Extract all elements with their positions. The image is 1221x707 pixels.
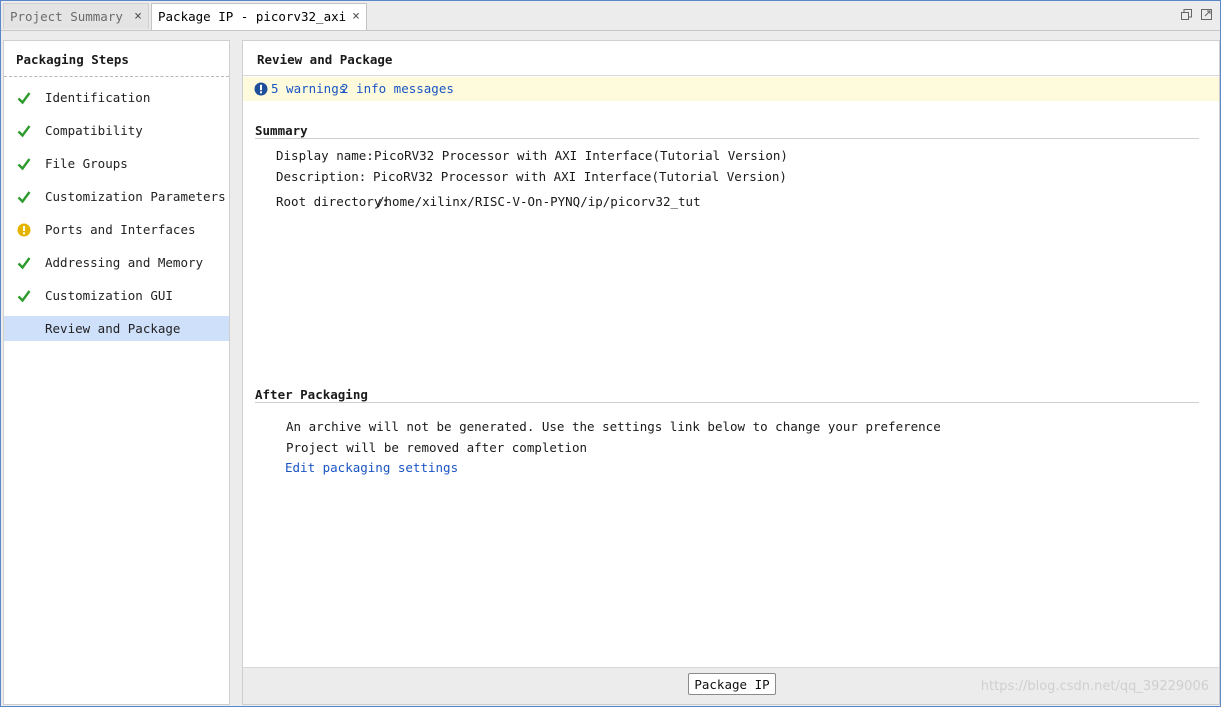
close-icon[interactable]: × <box>134 4 142 30</box>
step-file-groups[interactable]: File Groups <box>4 147 229 180</box>
divider <box>4 76 229 77</box>
step-label: Identification <box>45 90 151 105</box>
step-identification[interactable]: Identification <box>4 81 229 114</box>
messages-bar: 5 warnings 2 info messages <box>243 77 1219 101</box>
divider <box>255 402 1199 403</box>
steps-list: Identification Compatibility File Groups… <box>4 81 229 341</box>
step-review-and-package[interactable]: Review and Package <box>4 316 229 341</box>
display-name-value: PicoRV32 Processor with AXI Interface(Tu… <box>374 148 788 163</box>
maximize-icon[interactable] <box>1201 9 1212 20</box>
check-icon <box>17 290 31 303</box>
divider <box>255 138 1199 139</box>
project-removal-note: Project will be removed after completion <box>286 440 588 455</box>
panel-title: Packaging Steps <box>16 52 129 67</box>
close-icon[interactable]: × <box>352 4 360 30</box>
step-label: Compatibility <box>45 123 143 138</box>
step-label: Customization Parameters <box>45 189 226 204</box>
warnings-link[interactable]: 5 warnings <box>271 77 346 101</box>
after-packaging-heading: After Packaging <box>255 387 368 402</box>
info-messages-link[interactable]: 2 info messages <box>341 77 454 101</box>
check-icon <box>17 191 31 204</box>
step-label: Addressing and Memory <box>45 255 204 270</box>
tab-label: Project Summary <box>10 9 123 24</box>
description-value: PicoRV32 Processor with AXI Interface(Tu… <box>373 169 787 184</box>
check-icon <box>17 92 31 105</box>
package-ip-button[interactable]: Package IP <box>688 673 776 695</box>
archive-note: An archive will not be generated. Use th… <box>286 419 941 434</box>
step-label: Ports and Interfaces <box>45 222 196 237</box>
step-label: Review and Package <box>45 321 181 336</box>
step-label: File Groups <box>45 156 128 171</box>
tab-label: Package IP - picorv32_axi <box>158 9 347 24</box>
watermark: https://blog.csdn.net/qq_39229006 <box>980 679 1209 694</box>
check-icon <box>17 158 31 171</box>
check-icon <box>17 125 31 138</box>
info-icon <box>254 82 268 96</box>
step-customization-gui[interactable]: Customization GUI <box>4 279 229 312</box>
step-compatibility[interactable]: Compatibility <box>4 114 229 147</box>
step-customization-parameters[interactable]: Customization Parameters <box>4 180 229 213</box>
root-directory-label: Root directory: <box>276 194 389 209</box>
footer-bar: Package IP https://blog.csdn.net/qq_3922… <box>243 667 1219 704</box>
tab-package-ip[interactable]: Package IP - picorv32_axi × <box>151 3 367 30</box>
description-label: Description: <box>276 169 367 184</box>
display-name-label: Display name: <box>276 148 374 163</box>
review-panel: Review and Package 5 warnings 2 info mes… <box>242 40 1220 705</box>
warning-icon <box>17 223 31 237</box>
tab-project-summary[interactable]: Project Summary × <box>3 3 149 29</box>
step-addressing-and-memory[interactable]: Addressing and Memory <box>4 246 229 279</box>
edit-packaging-settings-link[interactable]: Edit packaging settings <box>285 460 458 475</box>
step-label: Customization GUI <box>45 288 173 303</box>
step-ports-and-interfaces[interactable]: Ports and Interfaces <box>4 213 229 246</box>
packaging-steps-panel: Packaging Steps Identification Compatibi… <box>3 40 230 705</box>
restore-icon[interactable] <box>1181 9 1192 20</box>
tab-bar: Project Summary × Package IP - picorv32_… <box>1 1 1220 31</box>
check-icon <box>17 257 31 270</box>
root-directory-value: /home/xilinx/RISC-V-On-PYNQ/ip/picorv32_… <box>377 194 701 209</box>
page-title: Review and Package <box>257 52 393 67</box>
divider <box>243 75 1219 76</box>
summary-heading: Summary <box>255 123 308 138</box>
